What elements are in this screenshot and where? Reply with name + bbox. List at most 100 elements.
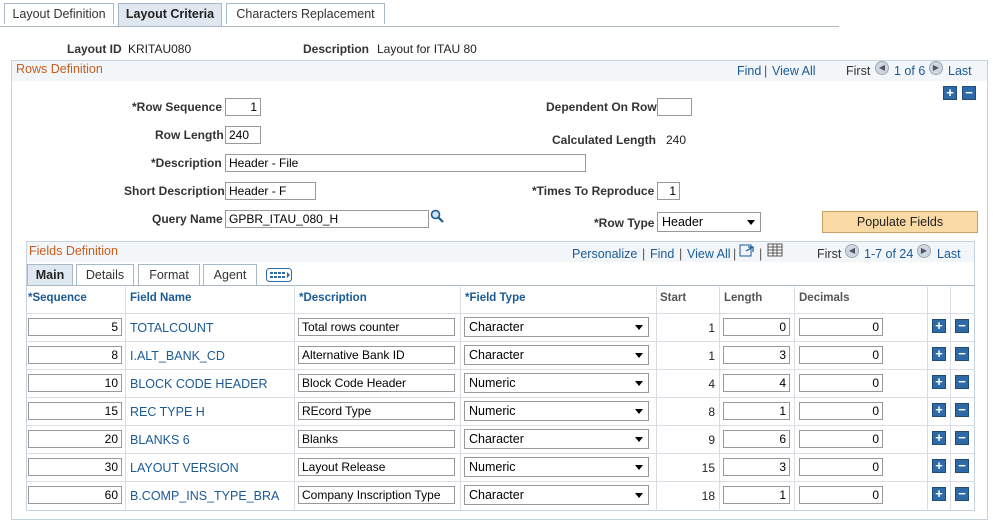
start-value: 15 <box>701 461 715 475</box>
rows-add-icon[interactable]: + <box>943 86 957 100</box>
description-input[interactable]: Block Code Header <box>298 374 455 392</box>
rows-remove-icon[interactable]: − <box>962 86 976 100</box>
grid-tab-main[interactable]: Main <box>27 264 73 286</box>
chevron-down-icon <box>635 437 643 442</box>
add-row-icon[interactable]: + <box>932 375 946 389</box>
remove-row-icon[interactable]: − <box>955 403 969 417</box>
rows-find-link[interactable]: Find <box>737 64 761 78</box>
description-input[interactable]: Layout Release <box>298 458 455 476</box>
short-description-label: Short Description <box>124 184 225 198</box>
add-row-icon[interactable]: + <box>932 347 946 361</box>
calculated-length-value: 240 <box>666 133 687 147</box>
length-input[interactable]: 3 <box>723 346 790 364</box>
add-row-icon[interactable]: + <box>932 319 946 333</box>
length-input[interactable]: 4 <box>723 374 790 392</box>
times-to-reproduce-input[interactable]: 1 <box>657 182 680 200</box>
field-type-select[interactable]: Numeric <box>464 401 649 421</box>
decimals-input[interactable]: 0 <box>799 430 883 448</box>
add-row-icon[interactable]: + <box>932 487 946 501</box>
length-input[interactable]: 0 <box>723 318 790 336</box>
description-input[interactable]: Alternative Bank ID <box>298 346 455 364</box>
remove-row-icon[interactable]: − <box>955 375 969 389</box>
add-row-icon[interactable]: + <box>932 459 946 473</box>
fields-prev-icon[interactable]: ◀ <box>845 244 859 258</box>
rows-prev-icon[interactable]: ◀ <box>875 61 889 75</box>
row-type-select[interactable]: Header <box>657 212 761 232</box>
query-name-input[interactable]: GPBR_ITAU_080_H <box>225 210 429 228</box>
remove-row-icon[interactable]: − <box>955 459 969 473</box>
field-name-link[interactable]: B.COMP_INS_TYPE_BRA <box>130 489 279 503</box>
field-type-select[interactable]: Character <box>464 485 649 505</box>
field-name-link[interactable]: TOTALCOUNT <box>130 321 214 335</box>
length-input[interactable]: 3 <box>723 458 790 476</box>
sequence-input[interactable]: 60 <box>28 486 122 504</box>
zoom-icon[interactable] <box>739 244 755 258</box>
field-name-link[interactable]: I.ALT_BANK_CD <box>130 349 225 363</box>
decimals-input[interactable]: 0 <box>799 318 883 336</box>
dependent-on-row-input[interactable] <box>657 98 692 116</box>
populate-fields-button[interactable]: Populate Fields <box>822 211 978 233</box>
decimals-input[interactable]: 0 <box>799 374 883 392</box>
tab-characters-replacement[interactable]: Characters Replacement <box>226 3 385 24</box>
field-type-value: Character <box>469 320 524 334</box>
length-input[interactable]: 1 <box>723 486 790 504</box>
decimals-input[interactable]: 0 <box>799 346 883 364</box>
sequence-input[interactable]: 5 <box>28 318 122 336</box>
fields-find-link[interactable]: Find <box>650 247 674 261</box>
length-input[interactable]: 1 <box>723 402 790 420</box>
row-length-input[interactable]: 240 <box>225 126 261 144</box>
fields-last-link[interactable]: Last <box>937 247 961 261</box>
remove-row-icon[interactable]: − <box>955 487 969 501</box>
start-value: 18 <box>701 489 715 503</box>
search-icon[interactable] <box>430 209 444 223</box>
remove-row-icon[interactable]: − <box>955 431 969 445</box>
description-input[interactable]: Blanks <box>298 430 455 448</box>
dependent-on-row-label: Dependent On Row <box>546 100 657 114</box>
rows-view-all-link[interactable]: View All <box>772 64 816 78</box>
short-description-input[interactable]: Header - F <box>225 182 316 200</box>
grid-tab-agent[interactable]: Agent <box>203 264 257 285</box>
remove-row-icon[interactable]: − <box>955 319 969 333</box>
row-description-input[interactable]: Header - File <box>225 154 586 172</box>
field-type-value: Numeric <box>469 404 516 418</box>
description-input[interactable]: REcord Type <box>298 402 455 420</box>
grid-tab-format[interactable]: Format <box>138 264 200 285</box>
rows-last-link[interactable]: Last <box>948 64 972 78</box>
decimals-input[interactable]: 0 <box>799 402 883 420</box>
sequence-input[interactable]: 15 <box>28 402 122 420</box>
fields-view-all-link[interactable]: View All <box>687 247 731 261</box>
field-type-select[interactable]: Character <box>464 345 649 365</box>
fields-first-label: First <box>817 247 842 261</box>
field-type-select[interactable]: Numeric <box>464 373 649 393</box>
field-type-select[interactable]: Character <box>464 429 649 449</box>
rows-next-icon[interactable]: ▶ <box>929 61 943 75</box>
field-name-link[interactable]: REC TYPE H <box>130 405 205 419</box>
remove-row-icon[interactable]: − <box>955 347 969 361</box>
sequence-input[interactable]: 8 <box>28 346 122 364</box>
field-name-link[interactable]: BLOCK CODE HEADER <box>130 377 268 391</box>
tab-layout-criteria[interactable]: Layout Criteria <box>118 3 222 27</box>
grid-tab-details[interactable]: Details <box>76 264 134 285</box>
field-name-link[interactable]: BLANKS 6 <box>130 433 190 447</box>
description-input[interactable]: Total rows counter <box>298 318 455 336</box>
decimals-input[interactable]: 0 <box>799 486 883 504</box>
tab-layout-definition[interactable]: Layout Definition <box>4 3 114 24</box>
row-sequence-input[interactable]: 1 <box>225 98 261 116</box>
show-all-columns-icon[interactable] <box>266 268 292 282</box>
sequence-input[interactable]: 30 <box>28 458 122 476</box>
rows-definition-header <box>12 61 987 81</box>
sequence-input[interactable]: 20 <box>28 430 122 448</box>
fields-next-icon[interactable]: ▶ <box>917 244 931 258</box>
decimals-input[interactable]: 0 <box>799 458 883 476</box>
length-input[interactable]: 6 <box>723 430 790 448</box>
field-name-link[interactable]: LAYOUT VERSION <box>130 461 239 475</box>
field-type-select[interactable]: Numeric <box>464 457 649 477</box>
field-type-select[interactable]: Character <box>464 317 649 337</box>
sequence-input[interactable]: 10 <box>28 374 122 392</box>
description-input[interactable]: Company Inscription Type <box>298 486 455 504</box>
personalize-link[interactable]: Personalize <box>572 247 637 261</box>
download-grid-icon[interactable] <box>767 243 783 257</box>
fields-definition-title: Fields Definition <box>29 244 118 258</box>
add-row-icon[interactable]: + <box>932 403 946 417</box>
add-row-icon[interactable]: + <box>932 431 946 445</box>
